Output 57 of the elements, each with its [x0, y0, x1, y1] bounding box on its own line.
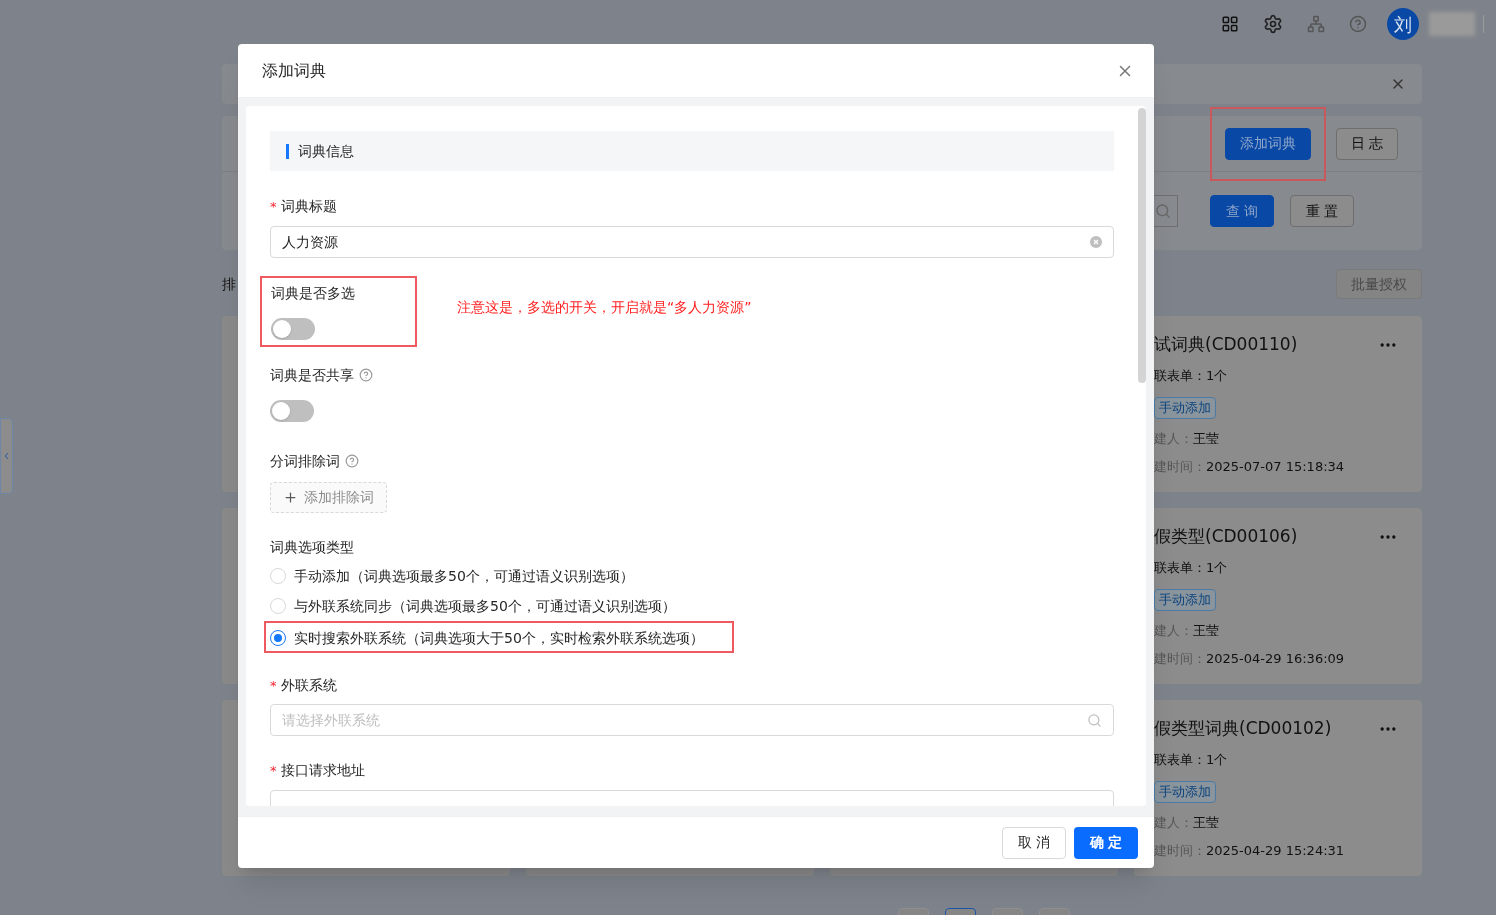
field-label: 接口请求地址: [280, 760, 365, 780]
toolbar-button[interactable]: 添加词典: [1224, 127, 1311, 160]
annotation-note: 注意这是，多选的开关，开启就是“多人力资源”: [457, 298, 752, 317]
creator-name: 王莹: [1193, 622, 1219, 640]
required-mark: *: [270, 199, 277, 213]
required-mark: *: [270, 678, 277, 692]
toggle-switch[interactable]: [270, 400, 314, 422]
filter-button[interactable]: 查 询: [1210, 195, 1274, 227]
search-icon: [1087, 712, 1102, 728]
help-icon[interactable]: [345, 454, 359, 468]
collapse-tab[interactable]: [0, 418, 13, 494]
card-title: 假类型(CD00106): [1154, 525, 1298, 548]
created-time: 2025-07-07 15:18:34: [1206, 457, 1345, 476]
user-avatar[interactable]: 刘: [1387, 8, 1419, 40]
dialog-title: 添加词典: [262, 59, 326, 82]
card-tag: 手动添加: [1154, 397, 1216, 419]
clear-icon[interactable]: [1090, 236, 1102, 248]
created-time: 2025-04-29 15:24:31: [1206, 841, 1345, 860]
dialog-button[interactable]: 取 消: [1002, 826, 1066, 859]
org-chart-icon[interactable]: [1307, 15, 1325, 33]
card-form-count: 联表单：1个: [1154, 366, 1229, 385]
required-mark: *: [270, 763, 277, 777]
toolbar-button[interactable]: 日 志: [1335, 127, 1398, 160]
field-label: 词典是否多选: [271, 283, 355, 303]
settings-icon[interactable]: [1263, 14, 1283, 34]
list-heading: 排: [222, 274, 236, 294]
search-icon: [1155, 203, 1171, 219]
filter-button[interactable]: 重 置: [1290, 195, 1354, 227]
field-label: 词典标题: [280, 196, 337, 216]
created-time: 2025-04-29 16:36:09: [1206, 649, 1345, 668]
section-title: 词典信息: [298, 141, 354, 161]
dialog-button[interactable]: 确 定: [1074, 826, 1138, 859]
creator-name: 王莹: [1193, 430, 1219, 448]
field-label: 外联系统: [280, 675, 337, 695]
radio-label[interactable]: 手动添加（词典选项最多50个，可通过语义识别选项）: [294, 565, 634, 587]
help-icon[interactable]: [359, 368, 373, 382]
creator-name: 王莹: [1193, 814, 1219, 832]
card-form-count: 联表单：1个: [1154, 750, 1229, 769]
help-icon[interactable]: [1349, 15, 1367, 33]
field-label: 词典是否共享: [270, 365, 354, 385]
card-title: 假类型词典(CD00102): [1154, 717, 1332, 740]
card-tag: 手动添加: [1154, 781, 1216, 803]
field-label: 词典选项类型: [270, 537, 354, 557]
card-tag: 手动添加: [1154, 589, 1216, 611]
toggle-switch[interactable]: [271, 318, 315, 340]
radio-label[interactable]: 与外联系统同步（词典选项最多50个，可通过语义识别选项）: [294, 595, 676, 617]
apps-icon[interactable]: [1221, 15, 1239, 33]
plus-icon: [283, 489, 298, 505]
radio-button[interactable]: [270, 630, 286, 646]
scrollbar-thumb[interactable]: [1138, 108, 1146, 383]
radio-label[interactable]: 实时搜索外联系统（词典选项大于50个，实时检索外联系统选项）: [294, 627, 704, 649]
add-exclusion-button[interactable]: 添加排除词: [270, 481, 387, 513]
field-label: 分词排除词: [270, 451, 340, 471]
card-form-count: 联表单：1个: [1154, 558, 1229, 577]
card-title: 试词典(CD00110): [1154, 333, 1298, 356]
text-input-field[interactable]: 人力资源: [270, 226, 1114, 258]
redacted-name: [1429, 12, 1475, 36]
